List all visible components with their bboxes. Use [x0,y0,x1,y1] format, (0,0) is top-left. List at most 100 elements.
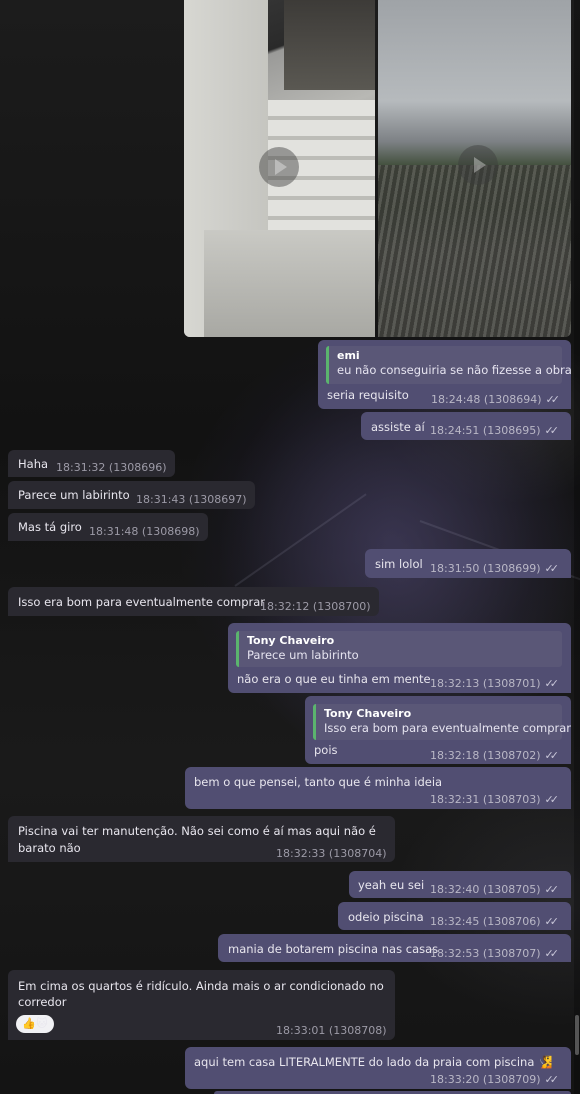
read-ticks-icon: ✓✓ [544,947,559,960]
read-ticks-icon: ✓✓ [545,393,560,406]
read-ticks-icon: ✓✓ [544,915,559,928]
message-id: (1308707) [482,947,541,960]
message-text: mania de botarem piscina nas casas [228,942,439,956]
message-outgoing[interactable]: Tony Chaveiro Parece um labirinto não er… [228,623,571,693]
reactions-badge[interactable]: 👍🐱 [16,1015,54,1033]
message-time: 18:31:32 [56,461,106,474]
read-ticks-icon: ✓✓ [544,1073,559,1086]
message-time: 18:32:53 [430,947,480,960]
message-outgoing[interactable]: aqui tem casa LITERALMENTE do lado da pr… [185,1047,571,1089]
message-time: 18:33:01 [276,1024,326,1037]
video-thumbnail-stairs[interactable] [184,0,375,337]
message-id: (1308702) [482,749,541,762]
message-text-line2: barato não [18,841,81,855]
message-meta: 18:32:31 (1308703) ✓✓ [430,792,559,808]
message-time: 18:32:13 [430,677,480,690]
message-incoming[interactable]: Parece um labirinto 18:31:43 (1308697) [8,481,255,509]
message-text: assiste aí [371,420,425,434]
message-meta: 18:32:53 (1308707) ✓✓ [430,946,559,962]
read-ticks-icon: ✓✓ [544,793,559,806]
message-time: 18:24:48 [431,393,481,406]
message-outgoing[interactable]: sim lolol 18:31:50 (1308699) ✓✓ [365,549,571,578]
message-id: (1308703) [482,793,541,806]
message-time: 18:24:51 [430,424,480,437]
message-text: yeah eu sei [358,878,425,892]
play-icon[interactable] [259,147,299,187]
message-id: (1308696) [108,461,167,474]
message-meta: 18:24:51 (1308695) ✓✓ [430,423,559,439]
read-ticks-icon: ✓✓ [544,677,559,690]
floor [204,230,375,337]
message-text: pois [314,743,338,757]
message-incoming[interactable]: Em cima os quartos é ridículo. Ainda mai… [8,970,395,1040]
message-outgoing[interactable]: assiste aí 18:24:51 (1308695) ✓✓ [361,412,571,440]
message-text: seria requisito [327,388,409,402]
message-id: (1308698) [141,525,200,538]
video-thumbnail-yard[interactable] [378,0,571,337]
message-meta: 18:32:33 (1308704) [276,846,386,862]
reply-quote-name: Tony Chaveiro [247,634,335,647]
message-meta: 18:33:20 (1308709) ✓✓ [430,1072,559,1088]
message-time: 18:32:31 [430,793,480,806]
message-meta: 18:32:45 (1308706) ✓✓ [430,914,559,930]
message-outgoing[interactable]: bem o que pensei, tanto que é minha idei… [185,767,571,809]
message-id: (1308697) [188,493,247,506]
read-ticks-icon: ✓✓ [544,424,559,437]
background-wall [284,0,375,90]
message-meta: 18:31:43 (1308697) [136,492,246,508]
message-text: Parece um labirinto [18,488,130,502]
message-time: 18:32:33 [276,847,326,860]
message-text: Mas tá giro [18,520,82,534]
message-id: (1308695) [482,424,541,437]
message-meta: 18:24:48 (1308694) ✓✓ [431,392,560,408]
message-incoming[interactable]: Haha 18:31:32 (1308696) [8,450,175,477]
message-meta: 18:32:40 (1308705) ✓✓ [430,882,559,898]
message-text: não era o que eu tinha em mente [237,672,431,686]
scrollbar-thumb[interactable] [575,1015,579,1055]
message-meta: 18:32:13 (1308701) ✓✓ [430,676,559,692]
message-time: 18:32:40 [430,883,480,896]
message-id: (1308704) [328,847,387,860]
message-id: (1308708) [328,1024,387,1037]
message-meta: 18:31:48 (1308698) [89,524,199,540]
message-outgoing[interactable]: odeio piscina 18:32:45 (1308706) ✓✓ [338,902,571,930]
reply-quote[interactable]: emi eu não conseguiria se não fizesse a … [326,346,572,384]
message-id: (1308701) [482,677,541,690]
message-time: 18:31:48 [89,525,139,538]
message-outgoing[interactable]: Tony Chaveiro Isso era bom para eventual… [305,696,571,764]
reply-quote[interactable]: Tony Chaveiro Parece um labirinto [236,631,562,667]
message-outgoing[interactable]: yeah eu sei 18:32:40 (1308705) ✓✓ [349,871,571,898]
message-time: 18:33:20 [430,1073,480,1086]
message-outgoing[interactable]: emi eu não conseguiria se não fizesse a … [318,340,572,409]
read-ticks-icon: ✓✓ [544,883,559,896]
message-meta: 18:32:18 (1308702) ✓✓ [430,748,559,764]
message-text: Haha [18,457,49,471]
message-id: (1308706) [482,915,541,928]
message-incoming[interactable]: Mas tá giro 18:31:48 (1308698) [8,513,208,541]
message-meta: 18:33:01 (1308708) [276,1023,386,1039]
message-incoming[interactable]: Isso era bom para eventualmente comprar … [8,587,379,616]
reply-quote-text: eu não conseguiria se não fizesse a obra [337,363,572,377]
message-time: 18:31:43 [136,493,186,506]
scrollbar[interactable] [574,0,580,1094]
message-text: bem o que pensei, tanto que é minha idei… [194,775,443,789]
message-text-line1: Piscina vai ter manutenção. Não sei como… [18,824,376,838]
reply-quote[interactable]: Tony Chaveiro Isso era bom para eventual… [313,704,571,740]
dry-grass [378,165,571,337]
message-id: (1308700) [312,600,371,613]
message-outgoing[interactable]: mania de botarem piscina nas casas 18:32… [218,934,571,962]
message-incoming[interactable]: Piscina vai ter manutenção. Não sei como… [8,816,395,862]
reply-quote-text: Parece um labirinto [247,648,359,662]
message-id: (1308694) [483,393,542,406]
message-meta: 18:31:50 (1308699) ✓✓ [430,561,559,577]
message-text: Isso era bom para eventualmente comprar [18,595,265,609]
message-text: odeio piscina [348,910,424,924]
message-time: 18:31:50 [430,562,480,575]
message-time: 18:32:45 [430,915,480,928]
message-id: (1308705) [482,883,541,896]
message-time: 18:32:18 [430,749,480,762]
play-icon[interactable] [458,145,498,185]
read-ticks-icon: ✓✓ [544,562,559,575]
message-time: 18:32:12 [260,600,310,613]
message-text: aqui tem casa LITERALMENTE do lado da pr… [194,1055,553,1069]
